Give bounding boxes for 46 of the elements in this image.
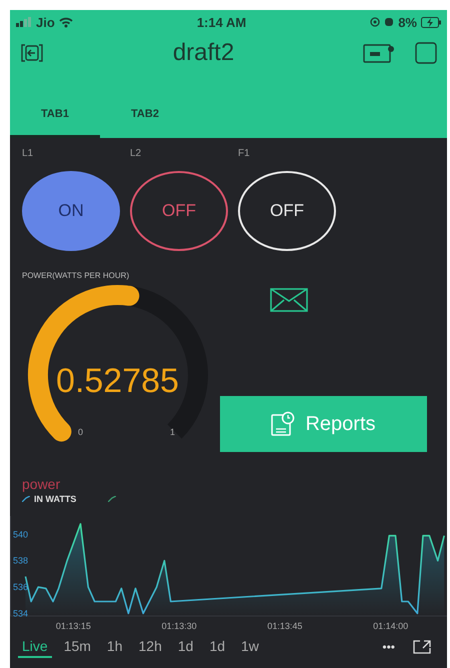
- lock-rotation-icon: [370, 17, 380, 27]
- signal-icon: [16, 17, 32, 27]
- more-button[interactable]: •••: [382, 640, 395, 654]
- carrier-name: Jio: [36, 14, 55, 30]
- status-time: 1:14 AM: [196, 14, 246, 30]
- y-tick-label: 538: [13, 556, 28, 566]
- range-tab[interactable]: 1d: [174, 636, 198, 658]
- switch-label: L2: [130, 148, 142, 159]
- square-icon[interactable]: [415, 42, 437, 64]
- gauge-title: POWER(WATTS PER HOUR): [22, 271, 130, 280]
- y-tick-label: 540: [13, 529, 28, 540]
- back-icon[interactable]: [20, 42, 44, 64]
- range-tab[interactable]: 1w: [237, 636, 263, 658]
- range-tab[interactable]: 1d: [205, 636, 230, 658]
- switch-label: L1: [22, 148, 34, 159]
- toggle-button[interactable]: OFF: [238, 171, 336, 251]
- battery-charging-icon: [421, 16, 441, 28]
- gauge-max: 1: [170, 427, 176, 437]
- x-tick-label: 01:13:45: [267, 621, 302, 631]
- tab[interactable]: TAB1: [10, 102, 100, 138]
- toggle-button[interactable]: OFF: [130, 171, 228, 251]
- device-icon[interactable]: [363, 42, 395, 64]
- x-tick-label: 01:13:15: [56, 621, 91, 631]
- y-tick-label: 534: [13, 608, 28, 618]
- line-legend-icon: [108, 496, 116, 502]
- expand-icon[interactable]: [413, 640, 431, 654]
- y-tick-label: 536: [13, 582, 28, 592]
- project-title: draft2: [172, 39, 236, 67]
- mail-icon[interactable]: [270, 288, 308, 312]
- range-tab[interactable]: 15m: [60, 636, 95, 658]
- wifi-icon: [58, 16, 73, 28]
- switch-label: F1: [238, 148, 250, 159]
- range-tab[interactable]: 1h: [102, 636, 126, 658]
- line-legend-icon: [22, 496, 30, 502]
- x-tick-label: 01:13:30: [162, 621, 197, 631]
- tab[interactable]: TAB2: [100, 102, 190, 138]
- range-tab[interactable]: 12h: [134, 636, 166, 658]
- chart-title: power: [22, 476, 60, 492]
- battery-percent: 8%: [398, 14, 417, 30]
- gauge-value: 0.52785: [56, 362, 179, 400]
- toggle-button[interactable]: ON: [22, 171, 120, 251]
- report-icon: [271, 411, 296, 437]
- gauge-min: 0: [78, 427, 84, 437]
- legend-label: IN WATTS: [34, 494, 76, 504]
- x-tick-label: 01:14:00: [373, 621, 408, 631]
- range-tab[interactable]: Live: [18, 636, 52, 658]
